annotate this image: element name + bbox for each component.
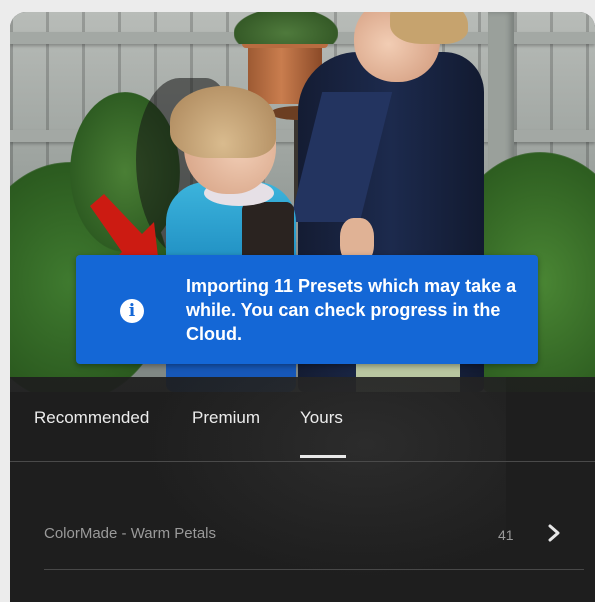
boy-hair: [390, 12, 468, 44]
preset-group-count: 41: [498, 527, 514, 543]
row-divider: [44, 569, 584, 570]
tab-premium[interactable]: Premium: [192, 408, 260, 428]
selected-tab-indicator: [300, 455, 346, 458]
info-icon: i: [120, 299, 144, 323]
presets-panel: Recommended Premium Yours ColorMade - Wa…: [10, 377, 595, 602]
girl-hair: [170, 86, 276, 158]
app-frame: i Importing 11 Presets which may take a …: [10, 12, 595, 602]
preset-tabs: Recommended Premium Yours: [10, 377, 595, 463]
chevron-right-icon[interactable]: [544, 521, 564, 545]
potted-plant: [234, 12, 338, 44]
import-toast: i Importing 11 Presets which may take a …: [76, 255, 538, 364]
tab-recommended[interactable]: Recommended: [34, 408, 149, 428]
preset-group-row[interactable]: ColorMade - Warm Petals 41: [10, 463, 595, 557]
toast-message: Importing 11 Presets which may take a wh…: [186, 276, 517, 344]
tabs-divider: [10, 461, 595, 462]
tab-yours[interactable]: Yours: [300, 408, 343, 428]
preset-group-name: ColorMade - Warm Petals: [44, 525, 216, 542]
